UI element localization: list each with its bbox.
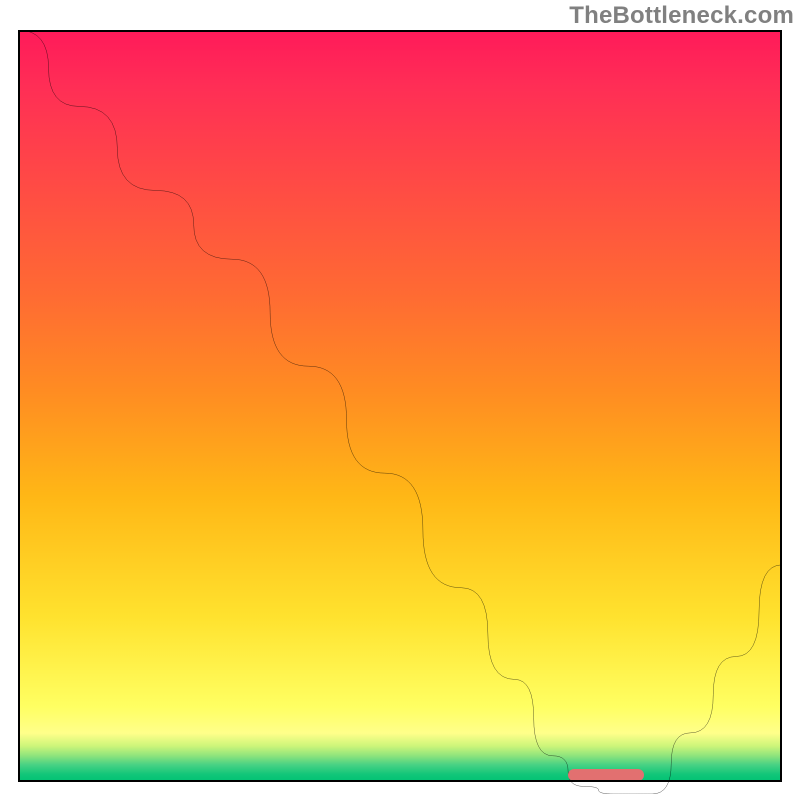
frame-line <box>18 780 782 782</box>
frame-line <box>780 30 782 782</box>
watermark-text: TheBottleneck.com <box>569 2 794 30</box>
frame-line <box>18 30 20 782</box>
plot-area <box>18 30 782 782</box>
bottleneck-curve <box>18 30 782 794</box>
chart-canvas: TheBottleneck.com <box>0 0 800 800</box>
frame-line <box>18 30 782 32</box>
